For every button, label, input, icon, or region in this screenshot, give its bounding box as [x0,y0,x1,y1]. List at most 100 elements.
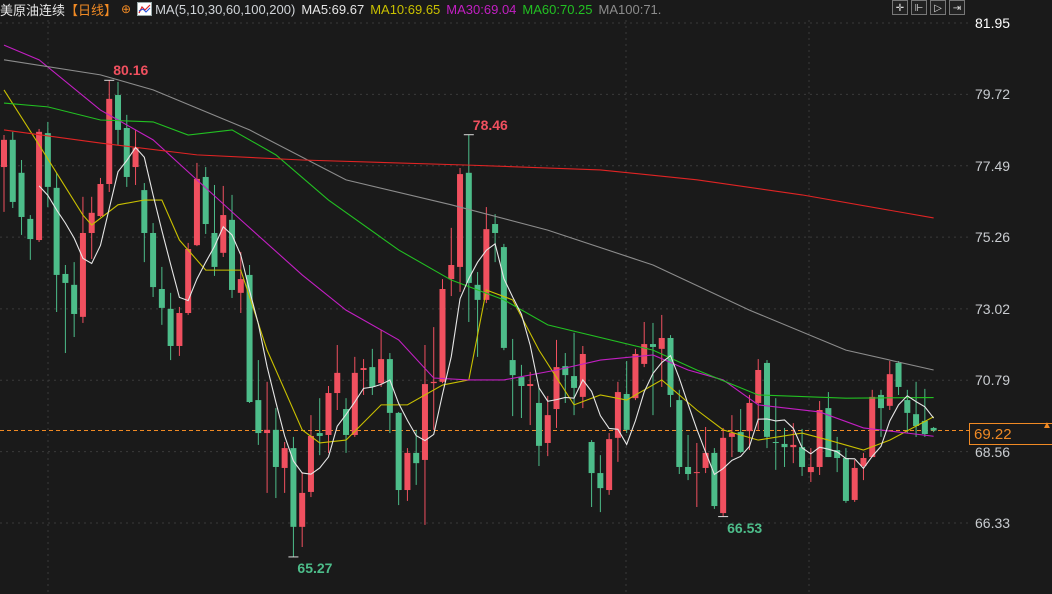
candle-body [693,472,700,474]
candle-body [544,415,551,443]
candle-body [799,447,806,467]
scroll-up-arrow-icon[interactable]: ▲ [1042,420,1052,431]
candle-body [141,190,148,233]
low-price-label: 66.53 [727,519,763,536]
candle-body [606,439,613,491]
candle-body [930,427,937,431]
candle-body [360,368,367,370]
candle-body [649,344,656,347]
candle-body [264,429,271,434]
candle-body [71,284,78,314]
candle-body [185,248,192,314]
crosshair-toggle-icon[interactable]: ⊕ [121,2,131,16]
candle-body [176,313,183,346]
indicator-chart-icon[interactable] [137,2,153,16]
candle-body [378,359,385,384]
ma30-value: MA30:69.04 [446,1,517,17]
candle-body [588,442,595,474]
play-icon[interactable]: ▷ [930,0,946,15]
candle-body [123,127,130,177]
candle-body [579,353,586,397]
candle-body [334,372,341,394]
candle-body [246,274,253,403]
candle-body [746,402,753,432]
candle-body [369,367,376,387]
candle-body [474,284,481,300]
y-tick-label: 68.56 [975,443,1011,460]
candle-body [325,393,332,435]
candle-body [728,433,735,437]
zoom-in-icon[interactable]: ⊩ [911,0,927,15]
candle-body [790,444,797,448]
y-tick-label: 81.95 [975,15,1011,31]
ma100-value: MA100:71. [598,1,662,17]
candle-body [229,219,236,290]
candle-body [913,414,920,427]
candle-body [535,402,542,446]
crosshair-icon[interactable]: ✛ [892,0,908,15]
candle-body [632,353,639,399]
candle-body [272,429,279,467]
ma60-value: MA60:70.25 [522,1,593,17]
candle-body [763,362,770,437]
chart-header: 美原油连续 【日线】 ⊕ MA(5,10,30,60,100,200) MA5:… [0,0,667,18]
y-tick-label: 70.79 [975,372,1011,389]
candle-body [404,452,411,491]
candle-body [518,377,525,386]
candle-body [527,384,534,386]
candle-body [842,458,849,501]
candle-body [483,229,490,300]
y-tick-label: 77.49 [975,157,1011,174]
candle-body [755,369,762,403]
candle-body [772,442,779,444]
candle-body [720,437,727,514]
candle-body [79,232,86,317]
candle-body [658,337,665,349]
candle-body [667,337,674,395]
high-price-label: 80.16 [113,62,149,79]
candle-body [343,409,350,435]
candle-body [18,172,25,217]
candle-body [509,360,516,376]
y-tick-label: 79.72 [975,86,1011,103]
candle-body [395,412,402,491]
y-tick-label: 66.33 [975,515,1011,531]
candle-body [299,492,306,527]
candle-body [158,289,165,308]
period-selector[interactable]: 【日线】 [65,0,117,19]
candle-body [430,381,437,384]
instrument-title: 美原油连续 [0,2,66,18]
candle-body [307,435,314,492]
candle-body [702,452,709,468]
candle-body [439,289,446,382]
candle-body [167,308,174,346]
candle-body [465,172,472,283]
candle-body [9,139,16,202]
ma5-value: MA5:69.67 [301,1,365,17]
candlestick-chart[interactable] [0,0,1052,594]
candle-body [413,452,420,464]
last-price-label: 69.22 [969,423,1052,445]
exit-icon[interactable]: ⇥ [949,0,965,15]
candle-body [53,187,60,275]
candle-body [851,467,858,500]
high-price-label: 78.46 [472,116,508,133]
candle-body [351,372,358,435]
candle-body [281,448,288,468]
candle-body [676,400,683,467]
candle-body [448,264,455,280]
candle-body [150,232,157,288]
candle-body [685,466,692,475]
candle-body [316,433,323,436]
candle-body [597,473,604,489]
ma-params-label[interactable]: MA(5,10,30,60,100,200) [155,2,295,17]
candle-body [904,400,911,413]
y-tick-label: 75.26 [975,229,1011,246]
candle-body [237,279,244,293]
candle-body [492,224,499,233]
candle-body [106,98,113,185]
candle-body [115,95,122,130]
candle-body [878,394,884,409]
candle-body [193,178,200,246]
candle-body [62,273,69,283]
